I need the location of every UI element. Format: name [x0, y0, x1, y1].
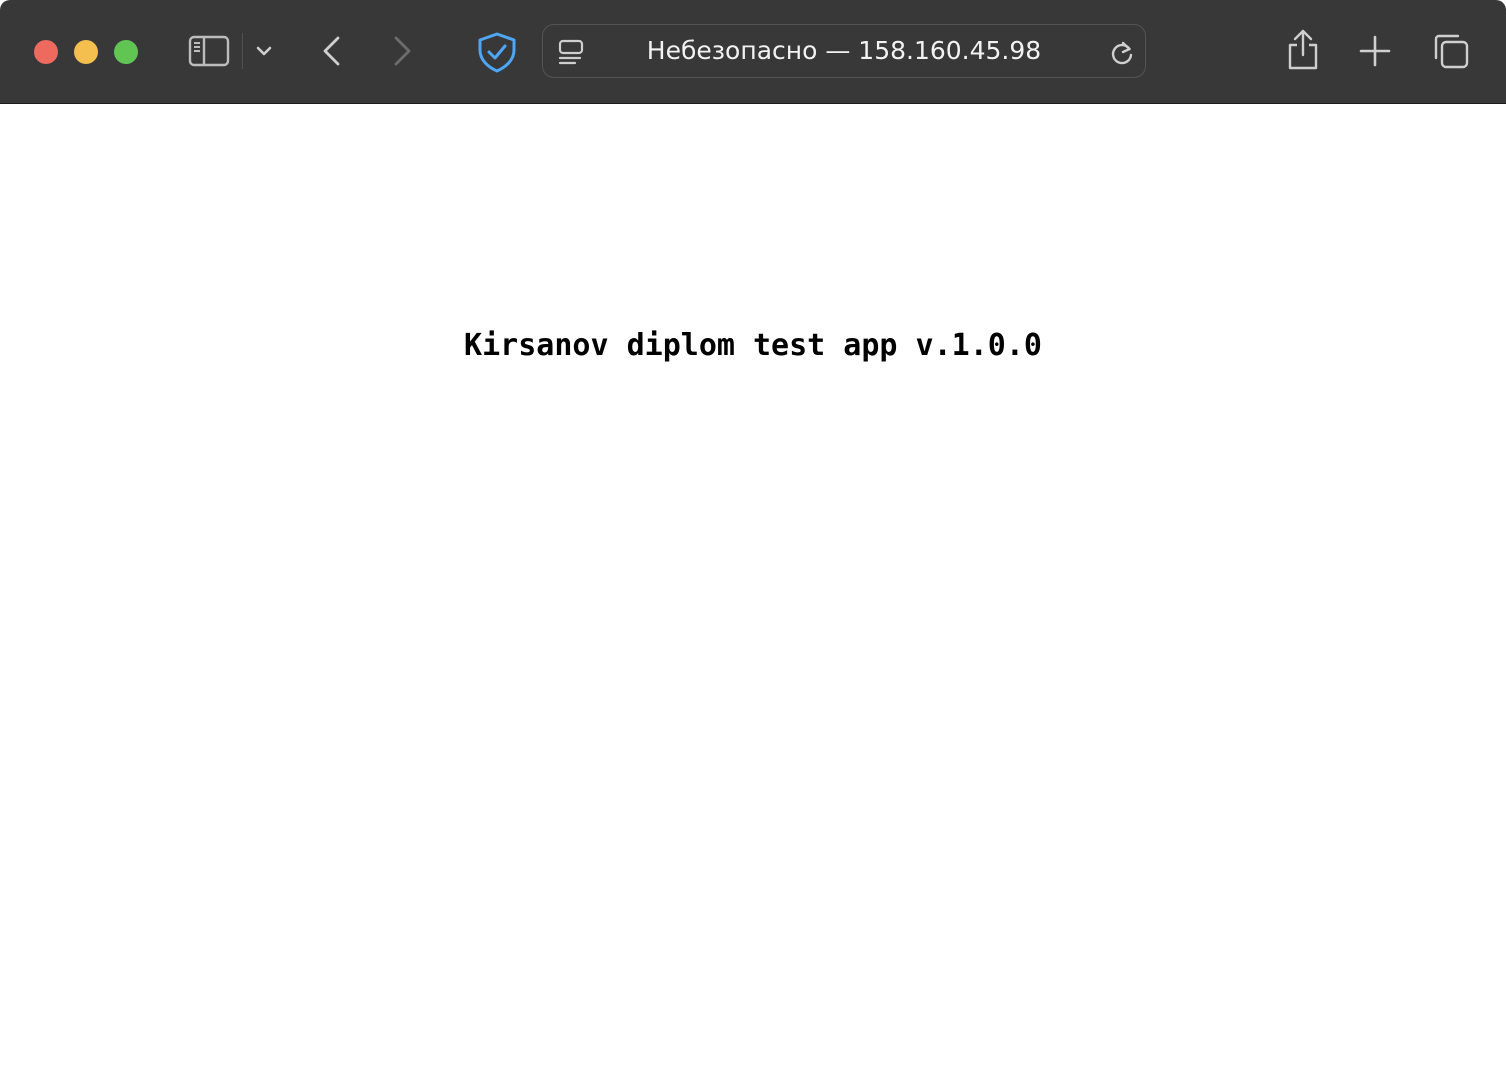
browser-window: Небезопасно — 158.160.45.98 Kirsanov dip… — [0, 0, 1506, 1078]
plus-icon[interactable] — [1358, 34, 1392, 68]
chevron-left-icon[interactable] — [318, 34, 346, 68]
browser-toolbar: Небезопасно — 158.160.45.98 — [0, 0, 1506, 104]
address-text[interactable]: Небезопасно — 158.160.45.98 — [603, 25, 1085, 77]
chevron-down-icon[interactable] — [254, 40, 274, 62]
toolbar-divider — [242, 33, 243, 69]
share-icon[interactable] — [1286, 28, 1320, 72]
shield-check-icon[interactable] — [474, 30, 520, 74]
address-bar[interactable]: Небезопасно — 158.160.45.98 — [542, 24, 1146, 78]
reload-icon[interactable] — [1109, 39, 1135, 67]
minimize-window-button[interactable] — [74, 40, 98, 64]
page-content: Kirsanov diplom test app v.1.0.0 — [0, 105, 1506, 1078]
chevron-right-icon[interactable] — [388, 34, 416, 68]
close-window-button[interactable] — [34, 40, 58, 64]
page-heading: Kirsanov diplom test app v.1.0.0 — [464, 328, 1042, 363]
zoom-window-button[interactable] — [114, 40, 138, 64]
tab-overview-icon[interactable] — [1432, 32, 1470, 70]
reader-page-icon[interactable] — [557, 39, 585, 67]
sidebar-icon[interactable] — [187, 33, 231, 69]
